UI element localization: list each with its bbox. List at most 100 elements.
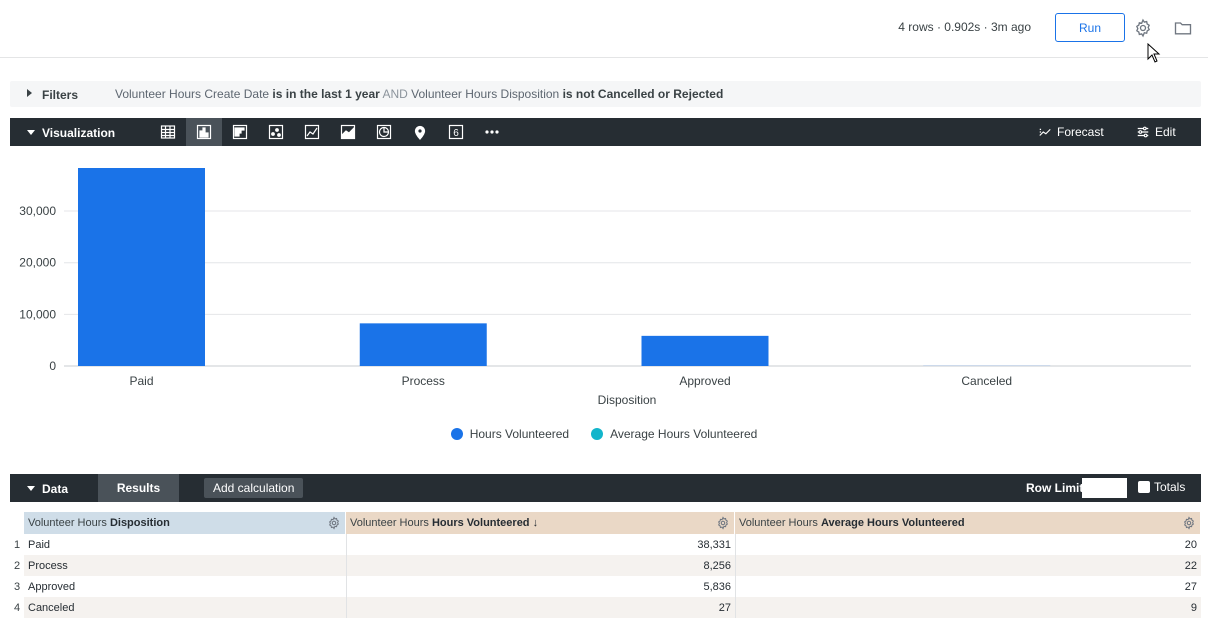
avg-hours-cell: 9 [1190, 602, 1197, 614]
filter-expr-part: is not Cancelled or Rejected [562, 87, 724, 101]
bar-paid [78, 168, 205, 366]
visualization-bar: Visualization 6 Forecast Edit [10, 118, 1201, 146]
svg-text:6: 6 [453, 128, 459, 139]
column-divider [346, 555, 347, 576]
bar-approved [641, 335, 769, 366]
row-limit-label: Row Limit [1026, 481, 1084, 495]
scatter-icon[interactable] [258, 118, 294, 146]
totals-label: Totals [1154, 480, 1186, 494]
x-tick-label: Process [402, 374, 445, 388]
forecast-button[interactable]: Forecast [1038, 125, 1104, 139]
avg-hours-cell: 27 [1184, 581, 1197, 593]
add-calculation-button[interactable]: Add calculation [204, 478, 304, 498]
bar-process [359, 323, 487, 366]
column-header-prefix: Volunteer Hours [350, 517, 432, 529]
chart-svg: 0 10,000 20,000 30,000 Paid Process Approved Ca… [19, 168, 1191, 407]
y-tick-label: 20,000 [19, 256, 56, 270]
filters-label: Filters [42, 88, 79, 102]
y-tick-label: 10,000 [19, 307, 56, 321]
row-number: 1 [10, 534, 24, 555]
bar-chart-icon[interactable] [222, 118, 258, 146]
legend-label: Hours Volunteered [469, 427, 570, 441]
column-header-prefix: Volunteer Hours [28, 517, 110, 529]
visualization-label: Visualization [42, 126, 116, 140]
table-icon[interactable] [150, 118, 186, 146]
column-header[interactable]: Volunteer Hours Average Hours Volunteere… [735, 512, 1201, 534]
hours-cell: 27 [718, 602, 731, 614]
disposition-cell: Paid [28, 539, 51, 551]
column-divider [735, 597, 736, 618]
gear-icon[interactable] [1182, 516, 1196, 530]
table-row: 4 Canceled 27 9 [10, 597, 1201, 618]
tab-results[interactable]: Results [98, 474, 179, 502]
disposition-cell: Process [28, 560, 68, 572]
totals-checkbox[interactable]: Totals [1138, 480, 1185, 494]
legend-label: Average Hours Volunteered [610, 427, 758, 441]
mouse-cursor-icon [1147, 42, 1161, 63]
row-number: 4 [10, 597, 24, 618]
data-bar: Data Results Add calculation Row Limit T… [10, 474, 1201, 502]
y-tick-label: 0 [49, 359, 56, 373]
legend-item[interactable]: Average Hours Volunteered [591, 427, 757, 441]
column-header-prefix: Volunteer Hours [739, 517, 821, 529]
table-row: 3 Approved 5,836 27 [10, 576, 1201, 597]
edit-label: Edit [1155, 125, 1176, 139]
column-header[interactable]: Volunteer Hours Hours Volunteered ↓ [346, 512, 735, 534]
sort-indicator: ↓ [529, 517, 539, 529]
column-header-field: Hours Volunteered [431, 517, 530, 529]
gear-icon[interactable] [1133, 18, 1153, 38]
filter-expression: Volunteer Hours Create Date is in the la… [115, 87, 723, 101]
gear-icon[interactable] [716, 516, 730, 530]
gear-icon[interactable] [327, 516, 341, 530]
checkbox-icon[interactable] [1138, 481, 1150, 493]
filter-expr-part: is in the last 1 year [272, 87, 380, 101]
column-divider [346, 576, 347, 597]
forecast-icon [1039, 128, 1051, 136]
more-icon[interactable] [474, 118, 510, 146]
row-limit-input[interactable] [1082, 478, 1127, 498]
column-divider [735, 534, 736, 555]
avg-hours-cell: 20 [1184, 539, 1197, 551]
column-chart-icon[interactable] [186, 118, 222, 146]
run-button[interactable]: Run [1055, 13, 1125, 42]
column-header-field: Disposition [109, 517, 170, 529]
legend-dot-icon [591, 428, 604, 440]
x-axis-label: Disposition [598, 393, 657, 407]
x-tick-label: Canceled [961, 374, 1012, 388]
results-table: Volunteer Hours Disposition Volunteer Hou… [10, 512, 1201, 618]
caret-down-icon[interactable] [27, 130, 35, 135]
forecast-label: Forecast [1057, 125, 1104, 139]
x-tick-label: Approved [679, 374, 730, 388]
legend-item[interactable]: Hours Volunteered [450, 427, 570, 441]
table-header: Volunteer Hours Disposition Volunteer Hou… [10, 512, 1201, 534]
folder-icon[interactable] [1173, 18, 1193, 38]
line-chart-icon[interactable] [294, 118, 330, 146]
table-row: 2 Process 8,256 22 [10, 555, 1201, 576]
area-chart-icon[interactable] [330, 118, 366, 146]
data-label: Data [42, 482, 69, 496]
x-tick-label: Paid [129, 374, 153, 388]
avg-hours-cell: 22 [1184, 560, 1197, 572]
column-header[interactable]: Volunteer Hours Disposition [24, 512, 346, 534]
column-divider [735, 576, 736, 597]
caret-down-icon[interactable] [27, 486, 35, 491]
disposition-cell: Canceled [28, 602, 75, 614]
vis-type-picker: 6 [150, 118, 510, 146]
top-bar: 4 rows · 0.902s · 3m ago Run [0, 0, 1208, 63]
row-number: 3 [10, 576, 24, 597]
filters-bar[interactable]: Filters Volunteer Hours Create Date is i… [10, 81, 1201, 107]
row-number: 2 [10, 555, 24, 576]
caret-right-icon[interactable] [27, 89, 32, 97]
hours-cell: 8,256 [703, 560, 731, 572]
map-pin-icon[interactable] [402, 118, 438, 146]
run-info: 4 rows · 0.902s · 3m ago [898, 20, 1031, 34]
filter-expr-part: Volunteer Hours Create Date [115, 87, 273, 101]
pie-chart-icon[interactable] [366, 118, 402, 146]
legend-dot-icon [450, 428, 463, 440]
single-value-icon[interactable]: 6 [438, 118, 474, 146]
sliders-icon [1137, 126, 1149, 138]
filter-expr-part: AND [379, 87, 412, 101]
hours-cell: 38,331 [697, 539, 731, 551]
edit-button[interactable]: Edit [1136, 125, 1176, 139]
column-divider [346, 597, 347, 618]
